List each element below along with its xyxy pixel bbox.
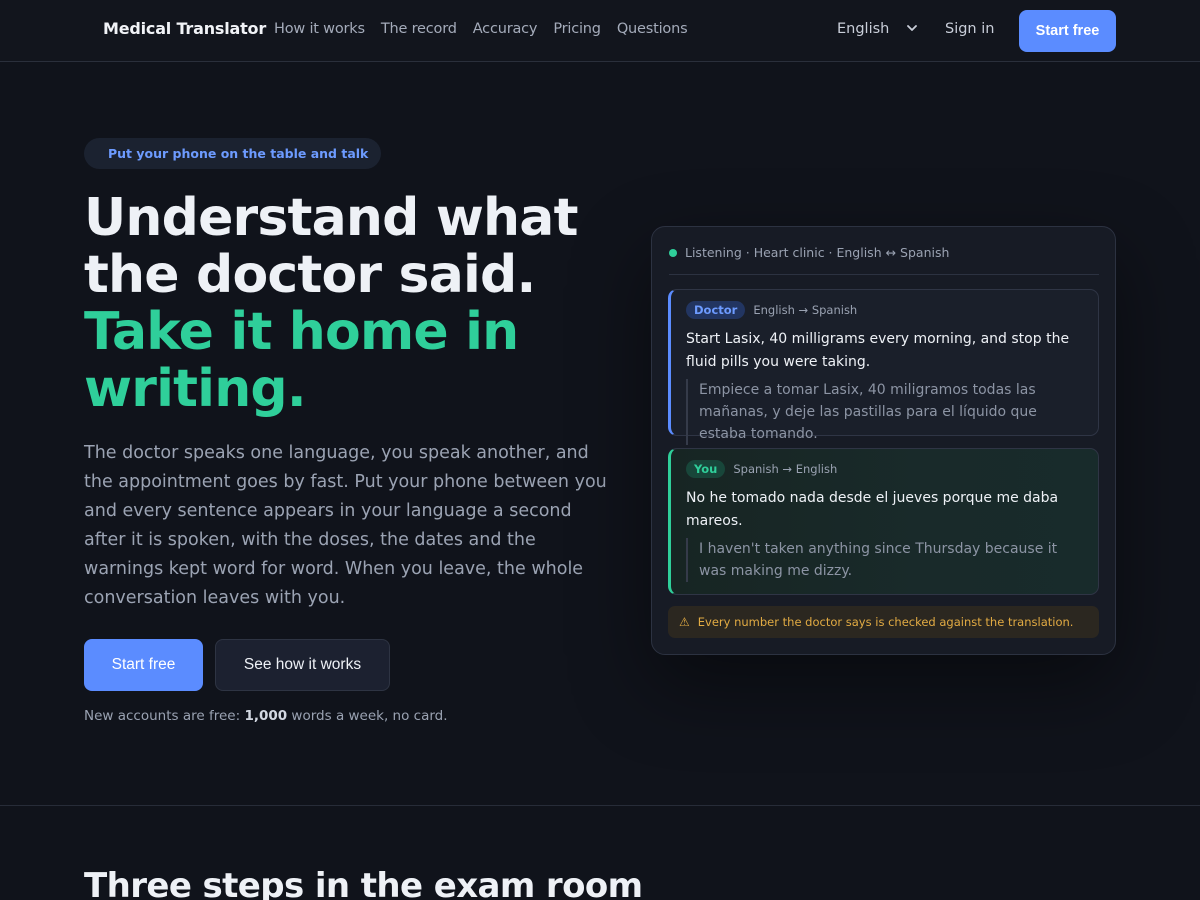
translation-direction: English → Spanish xyxy=(753,303,858,317)
top-nav: Medical Translator How it works The reco… xyxy=(0,0,1200,62)
hero-title-highlight: Take it home in writing. xyxy=(84,302,519,419)
see-how-it-works-button[interactable]: See how it works xyxy=(215,639,390,691)
nav-link-the-record[interactable]: The record xyxy=(381,21,457,37)
number-check-notice: ⚠ Every number the doctor says is checke… xyxy=(668,606,1099,638)
hero-description: The doctor speaks one language, you spea… xyxy=(84,443,607,608)
free-plan-word-count: 1,000 xyxy=(244,708,288,724)
message-header: You Spanish → English xyxy=(686,460,1084,478)
brand-logo[interactable]: Medical Translator xyxy=(103,19,266,38)
live-dot-icon xyxy=(669,248,677,257)
language-select-value: English xyxy=(837,21,890,37)
nav-link-questions[interactable]: Questions xyxy=(617,21,688,37)
language-select[interactable]: English xyxy=(837,21,918,37)
nav-link-pricing[interactable]: Pricing xyxy=(553,21,601,37)
message-header: Doctor English → Spanish xyxy=(686,301,1084,319)
free-plan-note-pre: New accounts are free: xyxy=(84,708,245,724)
translated-text: Empiece a tomar Lasix, 40 miligramos tod… xyxy=(686,379,1084,445)
free-plan-note-post: words a week, no card. xyxy=(287,708,448,724)
section-divider xyxy=(0,805,1200,806)
chevron-down-icon xyxy=(907,22,918,35)
conversation-card: Listening · Heart clinic · English ↔ Spa… xyxy=(651,226,1116,655)
listening-status-text: Listening · Heart clinic · English ↔ Spa… xyxy=(685,245,950,260)
original-text: No he tomado nada desde el jueves porque… xyxy=(686,490,1059,529)
speaker-badge-you: You xyxy=(686,460,726,478)
translation-direction: Spanish → English xyxy=(733,462,838,476)
patient-message: You Spanish → English No he tomado nada … xyxy=(668,448,1099,595)
translated-text: I haven't taken anything since Thursday … xyxy=(686,538,1084,582)
warning-icon: ⚠ xyxy=(679,615,690,629)
hero-pill: Put your phone on the table and talk xyxy=(84,138,382,169)
nav-link-how-it-works[interactable]: How it works xyxy=(274,21,365,37)
hero-title-line-2: the doctor said. xyxy=(84,245,536,305)
free-plan-note: New accounts are free: 1,000 words a wee… xyxy=(84,708,448,724)
hero-title: Understand what the doctor said. Take it… xyxy=(84,190,624,418)
doctor-message: Doctor English → Spanish Start Lasix, 40… xyxy=(668,289,1099,445)
nav-links: How it works The record Accuracy Pricing… xyxy=(274,21,703,37)
sign-in-link[interactable]: Sign in xyxy=(945,21,994,37)
number-check-text: Every number the doctor says is checked … xyxy=(697,615,1074,629)
hero-title-line-1: Understand what xyxy=(84,188,578,248)
nav-start-free-button[interactable]: Start free xyxy=(1019,10,1116,52)
card-divider xyxy=(669,274,1099,275)
steps-section-heading: Three steps in the exam room xyxy=(84,866,643,900)
original-text: Start Lasix, 40 milligrams every morning… xyxy=(686,331,1070,370)
speaker-badge-doctor: Doctor xyxy=(686,301,746,319)
start-free-button[interactable]: Start free xyxy=(84,639,203,691)
listening-status: Listening · Heart clinic · English ↔ Spa… xyxy=(669,245,949,260)
nav-link-accuracy[interactable]: Accuracy xyxy=(473,21,538,37)
